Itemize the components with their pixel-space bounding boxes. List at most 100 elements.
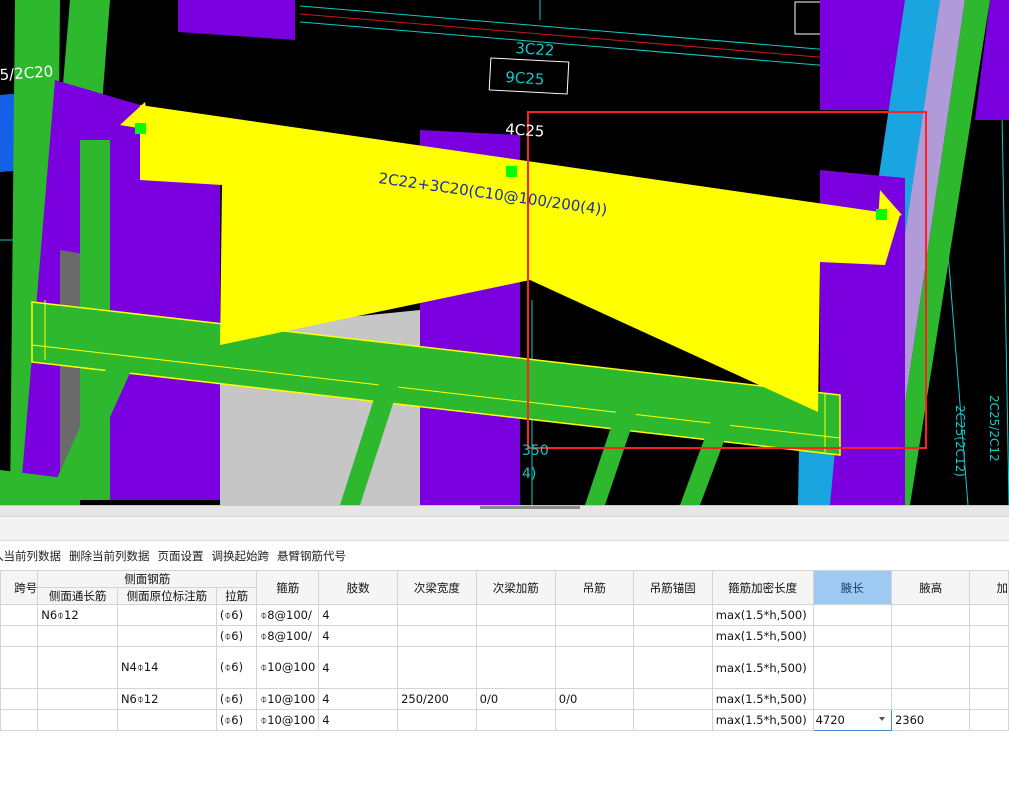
cell-stirrup[interactable]: ⌽10@100 xyxy=(256,646,320,689)
cell-next[interactable] xyxy=(969,604,1009,626)
cell-side-original[interactable] xyxy=(116,625,217,647)
cell-span[interactable] xyxy=(0,709,39,731)
cell-tie[interactable]: (⌽6) xyxy=(215,688,258,710)
cell-side-original[interactable]: N4⌽14 xyxy=(116,646,217,689)
cell-dense-length[interactable]: max(1.5*h,500) xyxy=(711,709,814,731)
cell-haunch-length[interactable] xyxy=(812,688,892,710)
cell-hanger[interactable] xyxy=(554,604,634,626)
col-haunch-height[interactable]: 腋高 xyxy=(890,570,971,605)
cell-secondary-extra[interactable]: 0/0 xyxy=(475,688,556,710)
cell-secondary-extra[interactable] xyxy=(475,625,556,647)
col-tie-bar[interactable]: 拉筋 xyxy=(215,587,258,605)
label-lower-2: 4) xyxy=(522,466,536,482)
cell-secondary-width[interactable] xyxy=(397,646,477,689)
col-legs[interactable]: 肢数 xyxy=(318,570,399,605)
cell-side-through[interactable] xyxy=(37,625,118,647)
grip-left[interactable] xyxy=(135,123,146,134)
cell-hanger[interactable] xyxy=(554,625,634,647)
cell-stirrup[interactable]: ⌽10@100 xyxy=(256,688,320,710)
cell-legs[interactable]: 4 xyxy=(318,709,399,731)
delete-column-data-button[interactable]: 删除当前列数据 xyxy=(65,548,154,564)
cell-tie[interactable]: (⌽6) xyxy=(215,646,258,689)
cell-haunch-height[interactable] xyxy=(890,688,971,710)
cell-span[interactable] xyxy=(0,604,39,626)
cell-haunch-height[interactable] xyxy=(890,625,971,647)
cell-secondary-width[interactable] xyxy=(397,709,477,731)
col-dense-length[interactable]: 箍筋加密长度 xyxy=(711,570,814,605)
cell-dense-length[interactable]: max(1.5*h,500) xyxy=(711,688,814,710)
cell-span[interactable] xyxy=(0,688,39,710)
cell-next[interactable] xyxy=(969,625,1009,647)
cell-tie[interactable]: (⌽6) xyxy=(215,604,258,626)
cell-hanger[interactable] xyxy=(554,646,634,689)
cell-next[interactable] xyxy=(969,709,1009,731)
cell-side-through[interactable] xyxy=(37,709,118,731)
cell-next[interactable] xyxy=(969,688,1009,710)
label-left-top: 5/2C20 xyxy=(0,62,54,84)
grip-mid[interactable] xyxy=(506,166,517,177)
cell-secondary-width[interactable] xyxy=(397,625,477,647)
col-hanger-anchor[interactable]: 吊筋锚固 xyxy=(632,570,713,605)
cell-haunch-length[interactable] xyxy=(812,604,892,626)
cell-dense-length[interactable]: max(1.5*h,500) xyxy=(711,625,814,647)
label-mid-top-1: 3C22 xyxy=(515,39,555,60)
cell-secondary-extra[interactable] xyxy=(475,646,556,689)
cell-hanger-anchor[interactable] xyxy=(632,625,713,647)
grip-right[interactable] xyxy=(876,209,887,220)
cell-secondary-extra[interactable] xyxy=(475,709,556,731)
swap-start-span-button[interactable]: 调换起始跨 xyxy=(208,548,274,564)
cell-side-original[interactable]: N6⌽12 xyxy=(116,688,217,710)
cell-secondary-extra[interactable] xyxy=(475,604,556,626)
cell-dense-length[interactable]: max(1.5*h,500) xyxy=(711,646,814,689)
cell-hanger[interactable] xyxy=(554,709,634,731)
cell-haunch-length[interactable] xyxy=(812,625,892,647)
cell-haunch-height[interactable] xyxy=(890,646,971,689)
cell-tie[interactable]: (⌽6) xyxy=(215,625,258,647)
cell-stirrup[interactable]: ⌽8@100/ xyxy=(256,625,320,647)
haunch-length-dropdown[interactable]: 4720 xyxy=(812,709,892,731)
cell-side-original[interactable] xyxy=(116,604,217,626)
cell-span[interactable] xyxy=(0,646,39,689)
cell-hanger[interactable]: 0/0 xyxy=(554,688,634,710)
cell-hanger-anchor[interactable] xyxy=(632,646,713,689)
col-next[interactable]: 加 xyxy=(969,570,1009,605)
cell-side-through[interactable] xyxy=(37,688,118,710)
cell-legs[interactable]: 4 xyxy=(318,604,399,626)
cell-hanger-anchor[interactable] xyxy=(632,688,713,710)
cell-span[interactable] xyxy=(0,625,39,647)
cell-tie[interactable]: (⌽6) xyxy=(215,709,258,731)
col-stirrup[interactable]: 箍筋 xyxy=(256,570,320,605)
cell-legs[interactable]: 4 xyxy=(318,646,399,689)
cell-hanger-anchor[interactable] xyxy=(632,604,713,626)
splitter-grip[interactable] xyxy=(480,506,580,509)
cell-secondary-width[interactable] xyxy=(397,604,477,626)
cell-secondary-width[interactable]: 250/200 xyxy=(397,688,477,710)
insert-column-data-button[interactable]: 入当前列数据 xyxy=(0,548,65,564)
cell-haunch-height[interactable]: 2360 xyxy=(890,709,971,731)
cell-side-through[interactable] xyxy=(37,646,118,689)
cell-haunch-length[interactable] xyxy=(812,646,892,689)
rebar-grid-container: 跨号 侧面钢筋 箍筋 肢数 次梁宽度 次梁加筋 吊筋 吊筋锚固 箍筋加密长度 腋… xyxy=(0,570,1009,788)
col-secondary-width[interactable]: 次梁宽度 xyxy=(397,570,477,605)
col-hanger[interactable]: 吊筋 xyxy=(554,570,634,605)
cell-side-through[interactable]: N6⌽12 xyxy=(37,604,118,626)
cell-side-original[interactable] xyxy=(116,709,217,731)
col-haunch-length[interactable]: 腋长 xyxy=(812,570,892,605)
panel-splitter[interactable] xyxy=(0,505,1009,517)
cell-next[interactable] xyxy=(969,646,1009,689)
cell-dense-length[interactable]: max(1.5*h,500) xyxy=(711,604,814,626)
chevron-down-icon[interactable] xyxy=(878,717,885,721)
cell-legs[interactable]: 4 xyxy=(318,625,399,647)
cad-3d-viewport[interactable]: 5/2C20 3C22 9C25 4C25 2C22+3C20(C10@100/… xyxy=(0,0,1009,505)
col-secondary-extra[interactable]: 次梁加筋 xyxy=(475,570,556,605)
page-setup-button[interactable]: 页面设置 xyxy=(154,548,208,564)
cell-stirrup[interactable]: ⌽10@100 xyxy=(256,709,320,731)
cell-hanger-anchor[interactable] xyxy=(632,709,713,731)
col-span-no[interactable]: 跨号 xyxy=(0,570,39,605)
cantilever-rebar-code-button[interactable]: 悬臂钢筋代号 xyxy=(273,548,350,564)
cell-legs[interactable]: 4 xyxy=(318,688,399,710)
cell-haunch-height[interactable] xyxy=(890,604,971,626)
col-side-original[interactable]: 侧面原位标注筋 xyxy=(116,587,217,605)
cell-stirrup[interactable]: ⌽8@100/ xyxy=(256,604,320,626)
col-side-through[interactable]: 侧面通长筋 xyxy=(37,587,118,605)
